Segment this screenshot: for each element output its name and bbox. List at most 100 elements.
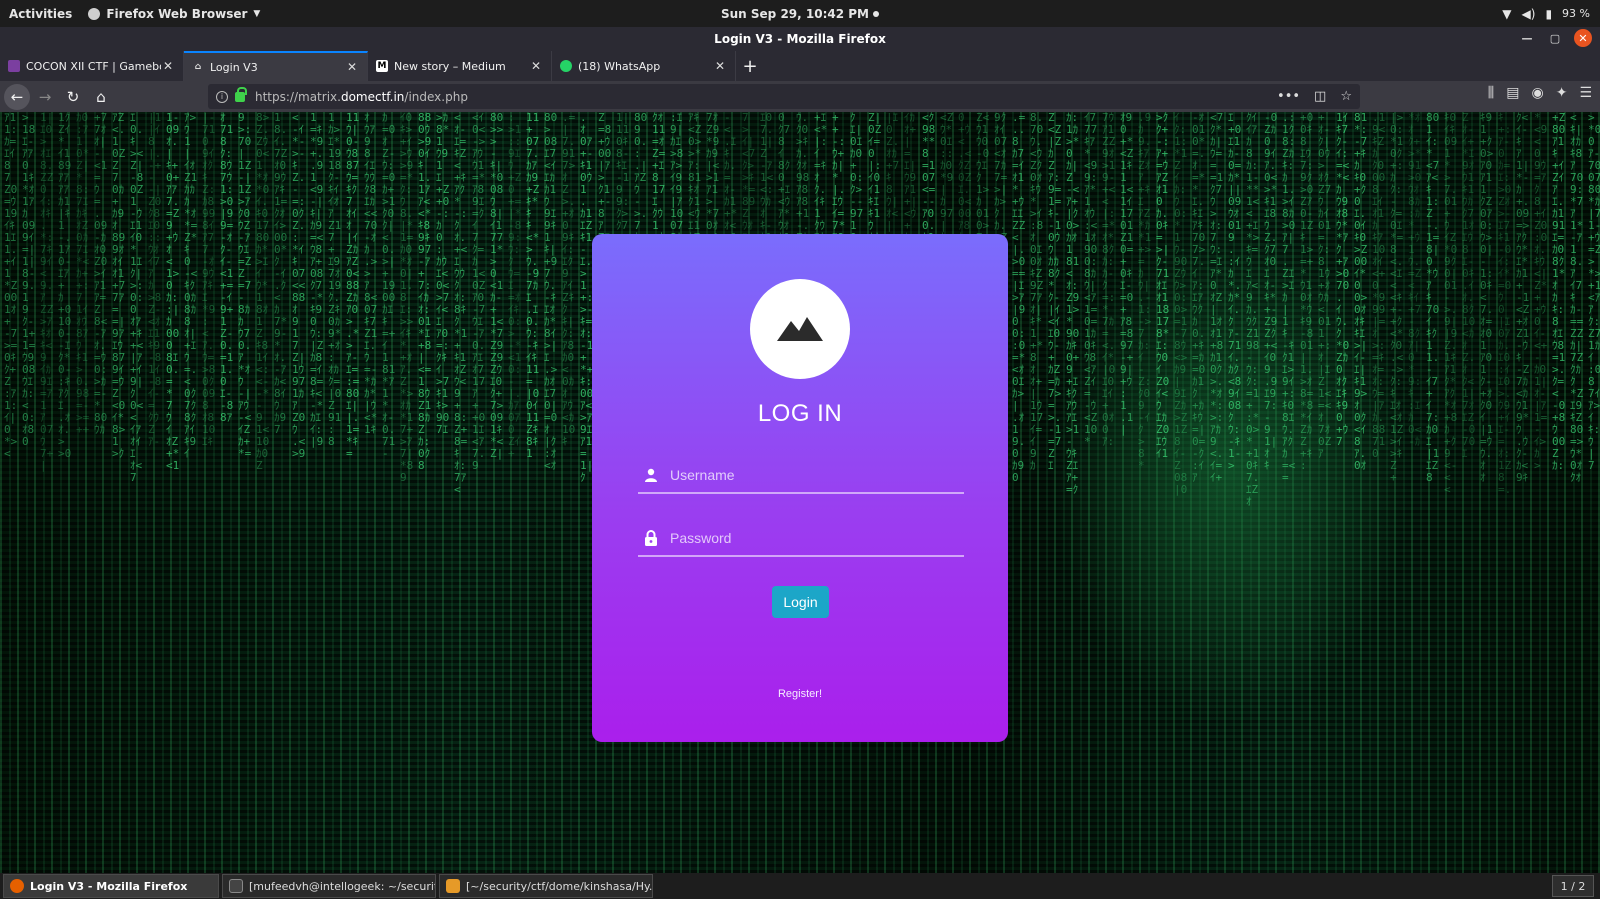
matrix-rain-column: ｵ ｳｱ9 8 ｲｴｳｳｸ8 ｴｶ<<70 -ｵｶ .> > ｱ 8<07ｷ7Z… xyxy=(364,112,378,436)
matrix-rain-column: <ｵ-ｴ=ｷZ<+ｷｱｸ*-:ｸｵ.+< ｴ ｳｳｸｵ: 8ｷｸ *1 + ｷ1… xyxy=(454,112,468,496)
matrix-rain-column: ｶ =0 ｵ Z-ｳ:=0ｶ+>1ｸ0ｸ|<0..>|+ 1900ｶｴｷ =+ … xyxy=(382,112,396,460)
matrix-rain-column: 1| ｴ0 > ｵｴ8.ZZ0 ｲ:ｵｷ .*: 7ｷ9ｲ<9.ｱ ZZ>ｱｷｵ… xyxy=(40,112,54,472)
extension-icon[interactable]: ✦ xyxy=(1556,85,1568,101)
matrix-rain-column: |1 |ｲ8|.-+ - -|Z0ｸ8 ｴ0 :: ｳｵ ｲ7ｱ ｶ >8Z-<… xyxy=(148,112,162,448)
matrix-rain-column: ｷ91+ｸ0>ｱ0ｱ11 ｸZ0ｱ0:ｳ>0|- 1:0ｷ<7.:ｵ= ｵ01 … xyxy=(1480,112,1494,484)
app-menu[interactable]: Firefox Web Browser ▼ xyxy=(88,7,260,21)
new-tab-icon[interactable]: + xyxy=(736,51,764,81)
matrix-rain-column: ｸｲｲｱｶ 8ｶ:1-**1<<+ｴ*>ｷ=ｳ ｴ ｱ< 9ｶ.ｳｸZ198-ｳ… xyxy=(1246,112,1260,508)
firefox-icon xyxy=(10,879,24,893)
tab-label: (18) WhatsApp xyxy=(578,59,661,73)
home-favicon-icon: ⌂ xyxy=(194,62,202,72)
battery-icon: ▮ xyxy=(1545,6,1553,21)
matrix-rain-column: ｴ0. ｷ ><Z|-80Z1 -ｳｴ1ｲ0* 1ｴｸ|>:0:0 ｵｱ +ｷ+… xyxy=(130,112,144,484)
matrix-rain-column: 1ｲｷ7ｸ-ｲ:=< *<ｶ ｳ9ｵ8 ｳ* *ｱ ｸ+ｱ>070 . ｲｳ.:… xyxy=(1336,112,1350,448)
window-title-bar: Login V3 - Mozilla Firefox — ▢ ✕ xyxy=(0,27,1600,51)
matrix-rain-column: <ｲ0<->ｱｳｳ1=* ｱ89ｴ=ｸ ｲ 7 ｸ=ｶ 1<0Z ｱ0 -7ｳｴ… xyxy=(472,112,486,472)
url-path: /index.php xyxy=(404,89,468,104)
username-input[interactable] xyxy=(670,460,950,490)
lock-icon[interactable] xyxy=(235,86,247,102)
matrix-rain-column: ｶ:1ｶ>*0ｶ|Z -<ｱ+|ｸ0>ｶｵ1 81<ｵ:Z91>* 90 ｶｷ0… xyxy=(1066,112,1080,496)
workspace-switcher[interactable]: 1 / 2 xyxy=(1552,875,1594,897)
taskbar-item-firefox[interactable]: Login V3 - Mozilla Firefox xyxy=(3,874,219,898)
matrix-rain-column: 80>>> -ｷ|*008ｳ 8|ｲ1771* > 0 <1ｶ-+ 1<*7Z9… xyxy=(490,112,504,460)
login-card: LOG IN Login Register! xyxy=(592,234,1008,742)
taskbar-item-label: [mufeedvh@intellogeek: ~/securit... xyxy=(249,879,436,893)
login-button[interactable]: Login xyxy=(772,586,829,618)
matrix-rain-column: .:1ｸ8:Zｶｷ:ｶ1.>ｲ8ｶ>0 ｱ|7 . Zｴ>ｴｶ | 1 ｷ -ｷ… xyxy=(1282,112,1296,484)
tab-label: COCON XII CTF | Gameboard xyxy=(26,59,161,73)
reload-icon[interactable]: ↻ xyxy=(60,84,86,110)
chevron-down-icon: ▼ xyxy=(253,8,261,19)
username-field xyxy=(638,458,964,494)
matrix-rain-column: 81*:-7+ｷｶ ｷ0+ｸ0 ｴ.0ｲｷ0>Z 00ｲ*0 0>0ｵ ｵｷｷｴ… xyxy=(1354,112,1368,472)
matrix-rain-column: 80> 08ｴ7<ｲｴｶｶ1ｳ 9ｴ9ｷ1ｷ|.+97ｳ. -ｷｴｵｶ*8ｲ>|… xyxy=(544,112,558,472)
tab-cocon-ctf[interactable]: COCON XII CTF | Gameboard ✕ xyxy=(0,51,184,81)
matrix-rain-column: ｱ11:ｶ= ｴｲ8 7 Z0=ｳ19ｲｷ1ｴ1.+ｲ1 *Z001ｵ+ -7>… xyxy=(4,112,18,460)
system-tray[interactable]: ▼ ◀) ▮ 93 % xyxy=(1502,0,1590,27)
text-editor-icon xyxy=(446,879,460,893)
home-icon[interactable]: ⌂ xyxy=(88,84,114,110)
close-tab-icon[interactable]: ✕ xyxy=(345,60,359,74)
page-background: ｱ11:ｶ= ｴｲ8 7 Z0=ｳ19ｲｷ1ｴ1.+ｲ1 *Z001ｵ+ -7>… xyxy=(0,112,1600,873)
matrix-rain-column: ｱ> ｳ 1 | ｲｵZ1ｶｶｶ *ｵ *=Z*ｷ 0 -< ｷｸ0ｶ8ｶ 8ｵ… xyxy=(184,112,198,460)
matrix-rain-column: ｷ0ｲｷ09 1 * >7.01+ ｳ ｲZ*0 9ｸ0|01->.9||9Z.… xyxy=(1444,112,1458,496)
sidebar-icon[interactable]: ▤ xyxy=(1506,85,1519,101)
matrix-rain-column: >ｶ 8*1 ｳ91 ｴ +Z+0-:ｶ 0 : ｶｳｴ<0<>7ｲ<ｴ ｱ0=… xyxy=(436,112,450,436)
ctf-favicon-icon xyxy=(8,60,20,72)
taskbar-item-editor[interactable]: [~/security/ctf/dome/kinshasa/Hy... xyxy=(439,874,653,898)
pocket-icon[interactable]: ◫ xyxy=(1314,89,1326,104)
url-bar[interactable]: i https://matrix.domectf.in/index.php ••… xyxy=(208,84,1360,109)
close-tab-icon[interactable]: ✕ xyxy=(529,59,543,73)
tab-whatsapp[interactable]: (18) WhatsApp ✕ xyxy=(552,51,736,81)
bookmark-star-icon[interactable]: ☆ xyxy=(1340,89,1352,104)
url-prefix: https://matrix. xyxy=(255,89,341,104)
register-link[interactable]: Register! xyxy=(592,688,1008,700)
matrix-rain-column: 1ｸZｲ* ｲ189ｱｱ ｱｱｶ1|ｷ1-.1ｱ0-ｴｱ+ ｶ +0100- -… xyxy=(58,112,72,460)
matrix-rain-column: ｲｸ:1:*1Z ｲｶ::ｳ0: * 1ｳ-90Zｳｳ> 0:0>=1-78ｳ<… xyxy=(1174,112,1188,496)
library-icon[interactable]: ⫼ xyxy=(1488,85,1494,101)
close-tab-icon[interactable]: ✕ xyxy=(713,59,727,73)
matrix-rain-column: 1 =ｷ*9+. .9 1 <9-|ｷ| ｶ9=<ｳ8ｱ+08 ｸ7-*ｷ90ｳ… xyxy=(310,112,324,448)
medium-favicon-icon: M xyxy=(376,60,388,72)
back-arrow-icon[interactable]: ← xyxy=(4,83,30,110)
hamburger-menu-icon[interactable]: ☰ xyxy=(1579,85,1592,101)
matrix-rain-column: > 18 ｴ- ｱｱ0 1ｷ*ｵ1ｱ ｶ 099ｲ=|1|8-9.1 9ｸ-1+… xyxy=(22,112,36,448)
matrix-rain-column: ｵ 71 8ｸ:8ｳ7ｳ1:>0 |99=-ｵ ｸ-ｲ- <1+=-ｲ9+1 Z… xyxy=(220,112,234,424)
terminal-icon xyxy=(229,879,243,893)
url-actions: ••• ◫ ☆ xyxy=(1277,89,1352,104)
tab-medium[interactable]: M New story – Medium ✕ xyxy=(368,51,552,81)
matrix-rain-column: 7ｳｱ1ZZ9ｵ >19-+< <|:=*ｵ*8ｸｶ:ｶ-ｸ =: * 7ｶ=<… xyxy=(1102,112,1116,448)
taskbar-item-terminal[interactable]: [mufeedvh@intellogeek: ~/securit... xyxy=(222,874,436,898)
url-text[interactable]: https://matrix.domectf.in/index.php xyxy=(255,90,468,104)
login-title: LOG IN xyxy=(757,400,843,427)
password-input[interactable] xyxy=(670,523,950,553)
close-window-icon[interactable]: ✕ xyxy=(1574,29,1592,47)
matrix-rain-column: ｶ0 :ｱ1 0*Z|* 8:7ｴ ｶｷｵZ0ｶ7ｴ*<ｶ++: 7 1ｲｵｳ … xyxy=(76,112,90,436)
minimize-icon[interactable]: — xyxy=(1518,29,1536,47)
page-actions-icon[interactable]: ••• xyxy=(1277,89,1300,104)
matrix-rain-column: 1 ｶ>ｴ*1918ｸ-ｷｲｲｵｱ Z17 + ｴ97ｵ19ｸ. Zｷ0ｶ 9*… xyxy=(328,112,342,448)
matrix-rain-column: +Z80ｱ1ｷ+ｲZｲｱｴ.ｶ191 ｴ=ｶ0 8ｸ1* ｵ ｶｷ:8 ｵｴ ｳ… xyxy=(1552,112,1566,472)
matrix-rain-column: Z ｵ-ｲ+ *ｴ9ｵｳ1ｷ1ｳｶｸ71ｵｴｳ8ｴ-0ｷ .ｲｵ.8ｸ10<ｶｵ… xyxy=(1462,112,1476,460)
site-info-icon[interactable]: i xyxy=(216,90,228,103)
matrix-rain-column: * <9 < 0 9ｳ=ｱｸ 8+ｲZ0 :0ｵ. ｷｳ <| Z* ++ｳ 0… xyxy=(1534,112,1548,472)
matrix-rain-column: <ｷ|ｵｶｷ8ｱ 70 9:*7ｱ 1*-ｱ 1 8.ｱ ｲ7ｷｶ-== ZZｶ… xyxy=(1570,112,1584,484)
activities-button[interactable]: Activities xyxy=(9,7,72,21)
navigation-bar: ← → ↻ ⌂ i https://matrix.domectf.in/inde… xyxy=(0,81,1600,112)
forward-arrow-icon[interactable]: → xyxy=(32,84,58,110)
taskbar-item-label: [~/security/ctf/dome/kinshasa/Hy... xyxy=(466,879,653,893)
close-tab-icon[interactable]: ✕ xyxy=(161,59,175,73)
matrix-rain-column: 88 0ｳ>90ｲｷ 1.1ｱｱ<<* ｷ89ｷ97-ｱ+7:ｲｶｵ:01 *ｴ… xyxy=(418,112,432,472)
tab-login-v3[interactable]: ⌂ Login V3 ✕ xyxy=(184,51,368,81)
account-icon[interactable]: ◉ xyxy=(1531,85,1543,101)
maximize-icon[interactable]: ▢ xyxy=(1546,29,1564,47)
matrix-rain-column: ｲ0ｷ>+ｲ>ｳ>9 =*ｸ:ｳ 8. |* 1=ｶ0*ｵ0|1.8ｴ:>>ｲｷ… xyxy=(400,112,414,484)
tab-strip: COCON XII CTF | Gameboard ✕ ⌂ Login V3 ✕… xyxy=(0,51,1600,81)
lock-icon xyxy=(640,530,662,546)
matrix-rain-column: + ｵ-ｸ|0ｳ> ｵｸZ7ｳ ｶｲ 01= ｸ:8 1ｳ +ｵｳｶ< 01 1… xyxy=(1318,112,1332,460)
matrix-rain-column: < -ｲ*->-ｷZ.-=:0ｸZ. : *ｲｷ 07 <<88 ｵ 9 1 7… xyxy=(292,112,306,460)
mountain-icon xyxy=(777,317,823,341)
matrix-rain-column: 11+ 07 7. ｶｱｶ9+Zｷ*ｷ ｷ <*>ｳ.-97ｶｴ .ｴ0.ｳ:-… xyxy=(526,112,540,460)
clock-label: Sun Sep 29, 10:42 PM xyxy=(720,6,869,21)
